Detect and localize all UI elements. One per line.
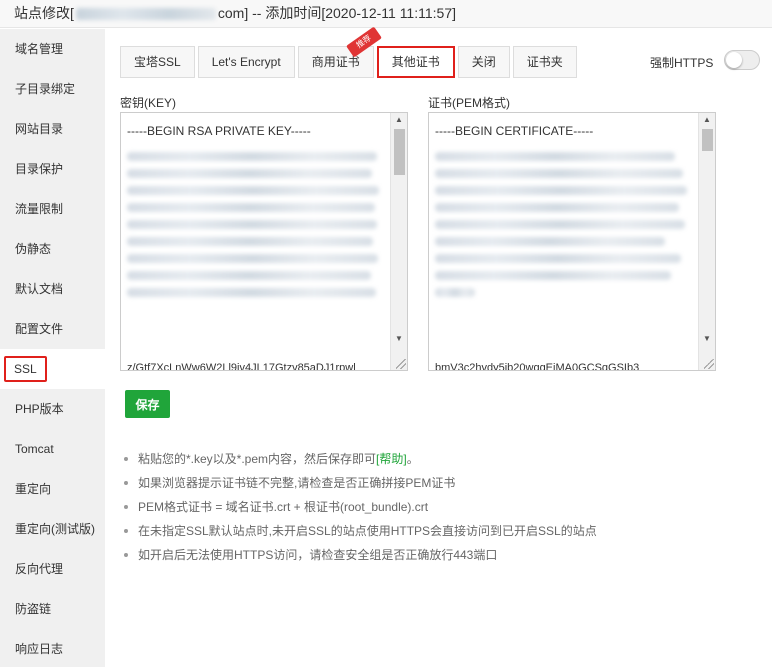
redacted-key-line — [127, 152, 377, 161]
help-link[interactable]: [帮助] — [376, 452, 407, 466]
note-item: PEM格式证书 = 域名证书.crt + 根证书(root_bundle).cr… — [120, 495, 597, 519]
title-domain-tld: com — [217, 5, 245, 21]
sidebar-item-default-document[interactable]: 默认文档 — [0, 269, 105, 309]
sidebar-item-domain-management[interactable]: 域名管理 — [0, 29, 105, 69]
note-item: 在未指定SSL默认站点时,未开启SSL的站点使用HTTPS会直接访问到已开启SS… — [120, 519, 597, 543]
sidebar-item-site-directory[interactable]: 网站目录 — [0, 109, 105, 149]
sidebar-item-directory-protection[interactable]: 目录保护 — [0, 149, 105, 189]
title-suffix: ] -- 添加时间[2020-12-11 11:11:57] — [244, 5, 456, 21]
ssl-tabs: 宝塔SSL Let's Encrypt 商用证书 推荐 其他证书 关闭 证书夹 — [120, 26, 580, 80]
scroll-down-icon[interactable]: ▼ — [699, 332, 715, 346]
sidebar-item-ssl-label: SSL — [4, 356, 47, 382]
key-textarea-content: -----BEGIN RSA PRIVATE KEY----- — [121, 113, 390, 370]
sidebar-item-redirect[interactable]: 重定向 — [0, 469, 105, 509]
tab-close-ssl[interactable]: 关闭 — [457, 46, 510, 78]
sidebar-item-reverse-proxy[interactable]: 反向代理 — [0, 549, 105, 589]
force-https-label: 强制HTTPS — [650, 56, 714, 70]
tab-commercial-cert[interactable]: 商用证书 推荐 — [297, 26, 382, 78]
sidebar-item-tomcat[interactable]: Tomcat — [0, 429, 105, 469]
tab-other-cert[interactable]: 其他证书 — [376, 46, 455, 78]
cert-scrollbar[interactable]: ▲ ▼ — [698, 113, 715, 370]
sidebar-item-hotlink-protection[interactable]: 防盗链 — [0, 589, 105, 629]
scroll-up-icon[interactable]: ▲ — [699, 113, 715, 127]
redacted-key-line — [127, 271, 371, 280]
redacted-key-line — [127, 254, 378, 263]
cert-field-label: 证书(PEM格式) — [428, 96, 510, 110]
window-title: 站点修改[ com] -- 添加时间[2020-12-11 11:11:57] — [0, 0, 772, 28]
key-field-label: 密钥(KEY) — [120, 96, 177, 110]
cert-textarea[interactable]: -----BEGIN CERTIFICATE----- bmV3c2hvdy5j… — [428, 112, 716, 371]
sidebar: 域名管理 子目录绑定 网站目录 目录保护 流量限制 伪静态 默认文档 配置文件 … — [0, 29, 105, 667]
scroll-thumb[interactable] — [394, 129, 405, 175]
redacted-cert-line — [435, 288, 475, 297]
sidebar-item-rewrite[interactable]: 伪静态 — [0, 229, 105, 269]
note-item: 如开启后无法使用HTTPS访问，请检查安全组是否正确放行443端口 — [120, 543, 597, 567]
sidebar-item-traffic-limit[interactable]: 流量限制 — [0, 189, 105, 229]
tab-cert-folder[interactable]: 证书夹 — [512, 46, 577, 78]
redacted-key-line — [127, 288, 376, 297]
scroll-down-icon[interactable]: ▼ — [391, 332, 407, 346]
redacted-key-line — [127, 169, 372, 178]
sidebar-item-php-version[interactable]: PHP版本 — [0, 389, 105, 429]
cert-last-visible-line: bmV3c2hvdy5jb20wggEiMA0GCSqGSIb3 — [435, 362, 640, 371]
resize-grip-icon[interactable] — [704, 359, 714, 369]
note-item: 如果浏览器提示证书链不完整,请检查是否正确拼接PEM证书 — [120, 471, 597, 495]
toggle-knob — [726, 52, 742, 68]
redacted-cert-line — [435, 271, 671, 280]
cert-first-line: -----BEGIN CERTIFICATE----- — [435, 124, 594, 138]
key-last-visible-line: z/Gtf7XcLnWw6W2Ll9iv4JL17Gtzv85aDJ1rpwl — [127, 362, 356, 371]
redacted-key-line — [127, 237, 373, 246]
redacted-cert-line — [435, 169, 683, 178]
resize-grip-icon[interactable] — [396, 359, 406, 369]
tab-lets-encrypt[interactable]: Let's Encrypt — [197, 46, 295, 78]
sidebar-item-ssl[interactable]: SSL — [0, 349, 105, 389]
key-scrollbar[interactable]: ▲ ▼ — [390, 113, 407, 370]
ssl-notes-list: 粘贴您的*.key以及*.pem内容，然后保存即可[帮助]。 如果浏览器提示证书… — [120, 447, 597, 567]
redacted-domain — [75, 8, 216, 21]
key-textarea[interactable]: -----BEGIN RSA PRIVATE KEY----- z/Gtf7Xc… — [120, 112, 408, 371]
note-item: 粘贴您的*.key以及*.pem内容，然后保存即可[帮助]。 — [120, 447, 597, 471]
sidebar-item-subdirectory-binding[interactable]: 子目录绑定 — [0, 69, 105, 109]
redacted-key-line — [127, 186, 379, 195]
force-https-toggle[interactable] — [724, 50, 760, 70]
key-first-line: -----BEGIN RSA PRIVATE KEY----- — [127, 124, 311, 138]
redacted-key-line — [127, 220, 377, 229]
redacted-cert-line — [435, 254, 681, 263]
scroll-up-icon[interactable]: ▲ — [391, 113, 407, 127]
redacted-key-line — [127, 203, 375, 212]
title-prefix: 站点修改[ — [14, 5, 74, 21]
redacted-cert-line — [435, 186, 687, 195]
sidebar-item-config-file[interactable]: 配置文件 — [0, 309, 105, 349]
scroll-thumb[interactable] — [702, 129, 713, 151]
redacted-cert-line — [435, 152, 675, 161]
redacted-cert-line — [435, 237, 665, 246]
save-button[interactable]: 保存 — [125, 390, 170, 418]
cert-textarea-content: -----BEGIN CERTIFICATE----- — [429, 113, 698, 370]
sidebar-item-redirect-beta[interactable]: 重定向(测试版) — [0, 509, 105, 549]
tab-baota-ssl[interactable]: 宝塔SSL — [120, 46, 195, 78]
redacted-cert-line — [435, 220, 685, 229]
sidebar-item-response-log[interactable]: 响应日志 — [0, 629, 105, 667]
redacted-cert-line — [435, 203, 679, 212]
